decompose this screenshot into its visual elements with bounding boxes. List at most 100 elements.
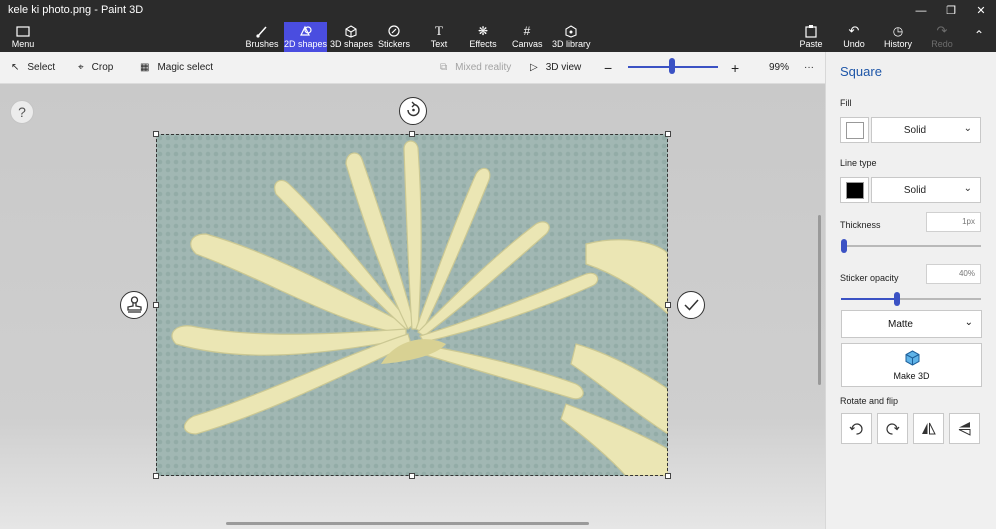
line-style-value: Solid	[903, 185, 927, 196]
line-style-dropdown[interactable]: Solid ⌄	[871, 177, 981, 203]
history-label: History	[883, 39, 912, 49]
thickness-slider-track[interactable]	[841, 245, 981, 247]
library-icon	[565, 25, 577, 38]
brushes-label: Brushes	[245, 39, 279, 49]
help-button[interactable]: ?	[10, 100, 34, 124]
crop-tool[interactable]: ⌖ Crop	[78, 52, 113, 84]
thickness-input[interactable]: 1px	[926, 212, 981, 232]
panel-title: Square	[840, 64, 882, 79]
zoom-out-button[interactable]: −	[604, 52, 612, 84]
rotate-right-icon	[886, 423, 900, 435]
resize-handle-bottom[interactable]	[409, 473, 415, 479]
resize-handle-bottom-left[interactable]	[153, 473, 159, 479]
menu-button[interactable]: Menu	[6, 22, 40, 52]
shapes-3d-tool[interactable]: 3D shapes	[330, 22, 374, 52]
thickness-label: Thickness	[840, 220, 881, 230]
finish-dropdown[interactable]: Matte ⌄	[841, 310, 982, 338]
shapes-2d-tool[interactable]: 2D shapes	[284, 22, 327, 52]
paste-label: Paste	[799, 39, 823, 49]
rotate-handle[interactable]	[399, 97, 427, 125]
properties-panel: Square Fill Solid ⌄ Line type Solid ⌄ Th…	[825, 52, 996, 529]
crop-icon: ⌖	[78, 62, 84, 73]
horizontal-scrollbar[interactable]	[226, 522, 589, 525]
view-3d-icon: ▷	[530, 62, 538, 73]
canvas-tool[interactable]: # Canvas	[512, 22, 543, 52]
fill-style-dropdown[interactable]: Solid ⌄	[871, 117, 981, 143]
title-bar: kele ki photo.png - Paint 3D — ❐ ✕	[0, 0, 996, 22]
shapes-2d-label: 2D shapes	[284, 39, 328, 49]
history-icon: ◷	[892, 24, 904, 38]
redo-button[interactable]: ↷ Redo	[929, 22, 955, 52]
redo-label: Redo	[931, 39, 953, 49]
undo-icon: ↶	[848, 23, 860, 38]
confirm-button[interactable]	[677, 291, 705, 319]
make-3d-button[interactable]: Make 3D	[841, 343, 982, 387]
resize-handle-bottom-right[interactable]	[665, 473, 671, 479]
resize-handle-right[interactable]	[665, 302, 671, 308]
zoom-slider-thumb[interactable]	[669, 58, 675, 74]
text-tool[interactable]: T Text	[425, 22, 453, 52]
resize-handle-left[interactable]	[153, 302, 159, 308]
stamp-button[interactable]	[120, 291, 148, 319]
resize-handle-top-left[interactable]	[153, 131, 159, 137]
canvas-label: Canvas	[512, 39, 543, 49]
line-color-preview	[846, 182, 864, 199]
cube-icon	[905, 350, 920, 366]
more-options-button[interactable]: ···	[804, 52, 814, 84]
flip-horizontal-icon	[958, 422, 971, 436]
zoom-level: 99%	[769, 62, 790, 73]
select-label: Select	[27, 62, 56, 73]
chevron-up-icon: ⌃	[973, 28, 985, 42]
opacity-input[interactable]: 40%	[926, 264, 981, 284]
stickers-tool[interactable]: Stickers	[378, 22, 410, 52]
folder-icon	[16, 26, 30, 37]
zoom-in-button[interactable]: +	[731, 52, 739, 84]
fill-color-swatch[interactable]	[840, 117, 869, 143]
library-3d-tool[interactable]: 3D library	[552, 22, 591, 52]
vertical-scrollbar[interactable]	[818, 215, 821, 385]
chevron-down-icon: ⌄	[964, 317, 973, 328]
brushes-tool[interactable]: Brushes	[245, 22, 279, 52]
rotate-icon	[406, 101, 420, 117]
window-title: kele ki photo.png - Paint 3D	[8, 4, 144, 16]
magic-select-tool[interactable]: ▦ Magic select	[140, 52, 213, 84]
resize-handle-top[interactable]	[409, 131, 415, 137]
paste-icon	[805, 25, 817, 38]
line-color-swatch[interactable]	[840, 177, 869, 203]
sub-toolbar: ↖ Select ⌖ Crop ▦ Magic select ⧉ Mixed reali…	[0, 52, 825, 84]
minus-icon: −	[604, 60, 613, 76]
stamp-icon	[126, 296, 142, 313]
flip-horizontal-button[interactable]	[949, 413, 980, 444]
canvas-icon: #	[523, 24, 531, 38]
undo-button[interactable]: ↶ Undo	[841, 22, 867, 52]
effects-tool[interactable]: ❋ Effects	[468, 22, 498, 52]
paste-button[interactable]: Paste	[798, 22, 824, 52]
opacity-slider-thumb[interactable]	[894, 292, 900, 306]
history-button[interactable]: ◷ History	[883, 22, 913, 52]
resize-handle-top-right[interactable]	[665, 131, 671, 137]
rotate-left-button[interactable]	[841, 413, 872, 444]
opacity-label: Sticker opacity	[840, 273, 899, 283]
checkmark-icon	[683, 299, 699, 311]
flip-vertical-button[interactable]	[913, 413, 944, 444]
effects-label: Effects	[469, 39, 497, 49]
rotate-right-button[interactable]	[877, 413, 908, 444]
mixed-reality-button[interactable]: ⧉ Mixed reality	[440, 52, 511, 84]
redo-icon: ↷	[936, 23, 948, 38]
selection-box[interactable]	[156, 134, 668, 476]
line-type-label: Line type	[840, 158, 877, 168]
restore-icon[interactable]: ❐	[936, 0, 966, 22]
shapes-3d-label: 3D shapes	[330, 39, 374, 49]
select-tool[interactable]: ↖ Select	[11, 52, 55, 84]
library-3d-label: 3D library	[552, 39, 591, 49]
fill-style-value: Solid	[903, 125, 927, 136]
view-3d-button[interactable]: ▷ 3D view	[530, 52, 581, 84]
make-3d-label: Make 3D	[893, 371, 930, 381]
collapse-ribbon-button[interactable]: ⌃	[968, 22, 990, 52]
view-3d-label: 3D view	[545, 62, 582, 73]
close-icon[interactable]: ✕	[966, 0, 996, 22]
rotate-flip-label: Rotate and flip	[840, 396, 899, 406]
thickness-slider-thumb[interactable]	[840, 239, 847, 253]
sticker-icon	[388, 25, 400, 37]
minimize-icon[interactable]: —	[906, 0, 936, 22]
